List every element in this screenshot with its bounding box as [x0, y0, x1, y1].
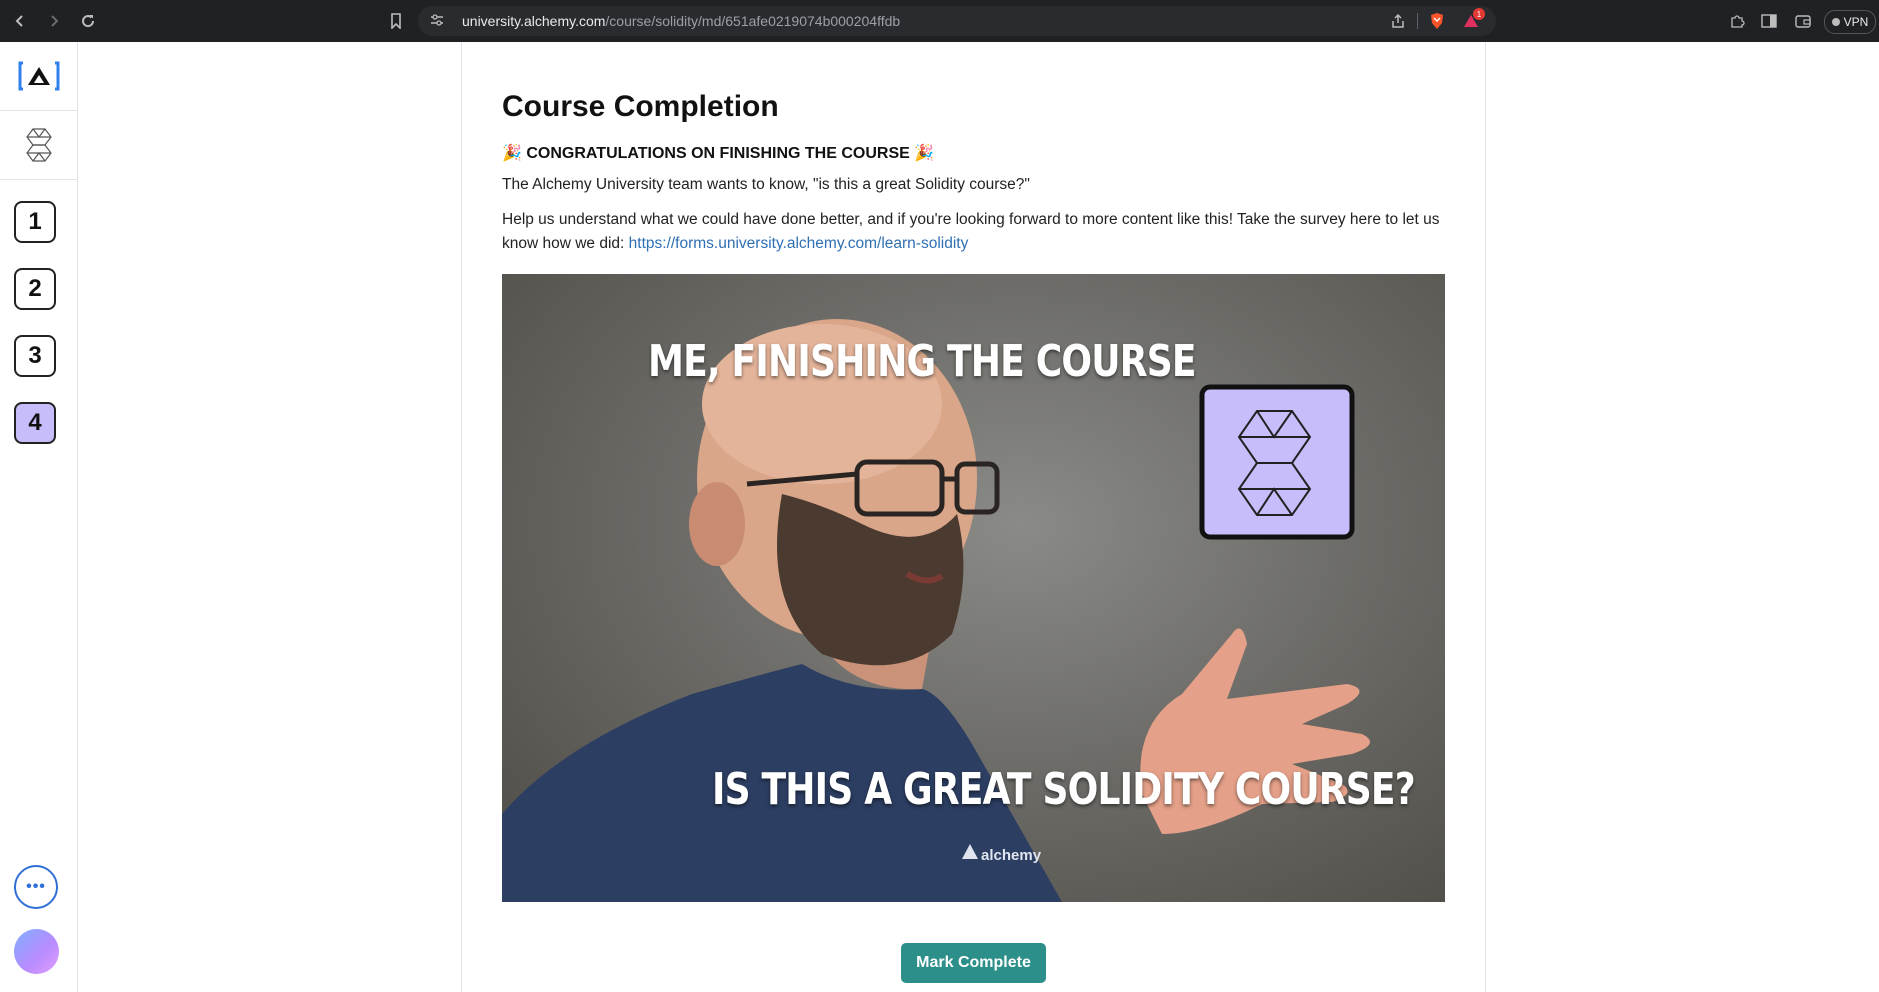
vpn-status-icon: [1831, 18, 1840, 26]
survey-link[interactable]: https://forms.university.alchemy.com/lea…: [629, 235, 969, 252]
more-options-button[interactable]: •••: [14, 865, 58, 909]
url-text: university.alchemy.com/course/solidity/m…: [462, 13, 900, 29]
shirt-text: alchemy: [981, 847, 1042, 864]
brave-shields-icon[interactable]: [1424, 6, 1450, 36]
lesson-panel: Course Completion 🎉 CONGRATULATIONS ON F…: [461, 42, 1486, 992]
avatar[interactable]: [14, 929, 59, 974]
vpn-button[interactable]: VPN: [1824, 10, 1876, 34]
sidebar-step-4[interactable]: 4: [14, 402, 56, 444]
course-completion-image: ME, FINISHING THE COURSE IS THIS A GREAT…: [502, 274, 1445, 902]
caption-bottom: IS THIS A GREAT SOLIDITY COURSE?: [712, 764, 1416, 815]
share-icon[interactable]: [1386, 6, 1410, 36]
page-title: Course Completion: [502, 90, 779, 123]
mark-complete-button[interactable]: Mark Complete: [901, 943, 1046, 983]
rewards-badge: 1: [1473, 8, 1485, 20]
congrats-heading: 🎉 CONGRATULATIONS ON FINISHING THE COURS…: [502, 143, 934, 163]
intro-paragraph: The Alchemy University team wants to kno…: [502, 176, 1030, 193]
back-icon[interactable]: [2, 0, 38, 42]
sidebar-step-1[interactable]: 1: [14, 201, 56, 243]
address-bar[interactable]: university.alchemy.com/course/solidity/m…: [418, 6, 1496, 36]
bookmark-icon[interactable]: [384, 0, 408, 42]
wallet-icon[interactable]: [1792, 0, 1814, 42]
party-popper-icon: 🎉: [502, 145, 522, 162]
alchemy-university-logo[interactable]: [0, 42, 77, 111]
solidity-course-icon[interactable]: [0, 111, 77, 180]
sidebar-toggle-icon[interactable]: [1758, 0, 1780, 42]
site-settings-icon[interactable]: [430, 13, 452, 29]
sidebar-step-3[interactable]: 3: [14, 335, 56, 377]
congrats-text: CONGRATULATIONS ON FINISHING THE COURSE: [526, 145, 910, 162]
survey-paragraph: Help us understand what we could have do…: [502, 208, 1445, 256]
caption-top: ME, FINISHING THE COURSE: [648, 336, 1197, 387]
url-host: university.alchemy.com: [462, 13, 606, 29]
course-sidebar: 1 2 3 4 •••: [0, 42, 78, 992]
reload-icon[interactable]: [70, 0, 106, 42]
party-popper-icon: 🎉: [914, 145, 935, 162]
forward-icon[interactable]: [36, 0, 72, 42]
browser-toolbar: university.alchemy.com/course/solidity/m…: [0, 0, 1879, 42]
extensions-icon[interactable]: [1726, 0, 1748, 42]
divider: [1416, 6, 1418, 36]
brave-rewards-icon[interactable]: 1: [1456, 6, 1486, 36]
url-path: /course/solidity/md/651afe0219074b000204…: [605, 13, 901, 29]
vpn-label: VPN: [1843, 15, 1869, 29]
sidebar-step-2[interactable]: 2: [14, 268, 56, 310]
